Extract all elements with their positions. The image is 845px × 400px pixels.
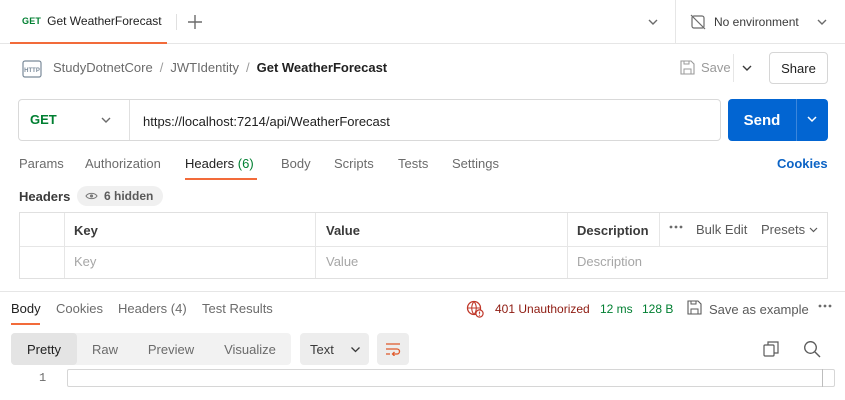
presets-dropdown[interactable]: Presets <box>761 222 818 237</box>
format-toggle-group: Pretty Raw Preview Visualize <box>11 333 291 365</box>
plus-icon[interactable] <box>186 13 204 31</box>
hidden-headers-toggle[interactable]: 6 hidden <box>77 186 164 206</box>
editor-scroll-marker <box>822 369 835 387</box>
chevron-down-icon[interactable] <box>741 62 753 74</box>
headers-table: Key Value Description Bulk Edit Presets … <box>19 212 828 279</box>
send-button-group[interactable]: Send <box>728 99 828 141</box>
breadcrumb-request[interactable]: Get WeatherForecast <box>257 60 388 75</box>
save-button[interactable]: Save <box>680 60 731 75</box>
response-tab-body[interactable]: Body <box>11 301 41 316</box>
column-header-description: Description <box>577 223 649 238</box>
search-icon[interactable] <box>803 340 821 358</box>
breadcrumb-separator: / <box>159 60 164 75</box>
save-label: Save <box>701 60 731 75</box>
http-request-icon: HTTP <box>22 60 42 78</box>
chevron-down-icon[interactable] <box>816 16 828 28</box>
cookies-link[interactable]: Cookies <box>777 156 828 171</box>
breadcrumb-collection[interactable]: StudyDotnetCore <box>53 60 153 75</box>
response-tab-headers[interactable]: Headers (4) <box>118 301 187 316</box>
request-tab-method: GET <box>22 16 42 26</box>
response-tab-headers-count: (4) <box>170 301 187 316</box>
language-label: Text <box>310 341 334 357</box>
chevron-down-icon <box>350 344 361 355</box>
tab-divider <box>176 14 177 30</box>
save-icon[interactable] <box>687 300 702 315</box>
response-editor[interactable] <box>67 369 835 387</box>
chevron-down-icon <box>809 225 818 234</box>
response-tab-headers-label: Headers <box>118 301 168 316</box>
value-input[interactable]: Value <box>326 254 358 269</box>
send-button[interactable]: Send <box>728 99 796 141</box>
response-status[interactable]: 401 Unauthorized <box>495 302 590 316</box>
tab-authorization[interactable]: Authorization <box>85 156 161 171</box>
table-column-divider <box>659 213 660 246</box>
key-input[interactable]: Key <box>74 254 96 269</box>
tab-tests[interactable]: Tests <box>398 156 428 171</box>
share-button[interactable]: Share <box>769 52 828 84</box>
line-number: 1 <box>39 371 47 385</box>
presets-label: Presets <box>761 222 806 237</box>
save-divider <box>733 54 734 82</box>
response-tab-cookies[interactable]: Cookies <box>56 301 103 316</box>
headers-label: Headers <box>19 189 71 204</box>
environment-divider <box>675 0 676 44</box>
column-header-key: Key <box>74 223 98 238</box>
wrap-lines-button[interactable] <box>377 333 409 365</box>
request-tab[interactable]: GET Get WeatherForecast <box>10 0 167 44</box>
column-header-value: Value <box>326 223 360 238</box>
chevron-down-icon[interactable] <box>806 113 818 125</box>
eye-icon <box>85 191 98 201</box>
hidden-headers-label: 6 hidden <box>104 189 154 203</box>
tab-body[interactable]: Body <box>281 156 311 171</box>
tab-scripts[interactable]: Scripts <box>334 156 374 171</box>
active-tab-indicator <box>185 178 257 180</box>
response-time[interactable]: 12 ms <box>600 302 633 316</box>
table-column-divider <box>315 213 316 278</box>
chevron-down-icon[interactable] <box>100 114 112 126</box>
format-raw[interactable]: Raw <box>77 333 133 365</box>
format-pretty[interactable]: Pretty <box>11 333 77 365</box>
response-divider <box>0 291 845 292</box>
language-select[interactable]: Text <box>300 333 369 365</box>
more-options-icon[interactable] <box>669 225 683 229</box>
tab-headers[interactable]: Headers (6) <box>185 156 254 171</box>
active-tab-indicator <box>11 323 40 325</box>
tab-headers-label: Headers <box>185 156 235 171</box>
table-row-divider <box>20 246 827 247</box>
url-input[interactable] <box>143 112 703 130</box>
save-icon <box>680 60 695 75</box>
format-visualize[interactable]: Visualize <box>209 333 291 365</box>
format-preview[interactable]: Preview <box>133 333 209 365</box>
tab-params[interactable]: Params <box>19 156 64 171</box>
tab-headers-count: (6) <box>237 156 254 171</box>
method-select[interactable]: GET <box>30 112 57 127</box>
environment-label: No environment <box>714 15 799 29</box>
breadcrumb: StudyDotnetCore / JWTIdentity / Get Weat… <box>53 60 387 75</box>
environment-selector[interactable]: No environment <box>690 14 799 30</box>
svg-text:HTTP: HTTP <box>24 68 40 74</box>
request-tab-title: Get WeatherForecast <box>47 14 162 28</box>
more-options-icon[interactable] <box>818 304 832 308</box>
tab-settings[interactable]: Settings <box>452 156 499 171</box>
description-input[interactable]: Description <box>577 254 642 269</box>
copy-icon[interactable] <box>763 341 779 357</box>
response-size[interactable]: 128 B <box>642 302 673 316</box>
table-column-divider <box>64 213 65 278</box>
no-environment-icon <box>690 14 706 30</box>
table-column-divider <box>567 213 568 278</box>
bulk-edit-button[interactable]: Bulk Edit <box>696 222 747 237</box>
breadcrumb-folder[interactable]: JWTIdentity <box>170 60 239 75</box>
breadcrumb-separator: / <box>245 60 250 75</box>
url-divider <box>129 100 130 140</box>
chevron-down-icon[interactable] <box>647 16 659 28</box>
wrap-lines-icon <box>385 342 401 356</box>
send-divider <box>796 99 797 141</box>
globe-error-icon[interactable] <box>466 300 484 318</box>
save-as-example-button[interactable]: Save as example <box>709 302 809 317</box>
response-tab-test-results[interactable]: Test Results <box>202 301 273 316</box>
